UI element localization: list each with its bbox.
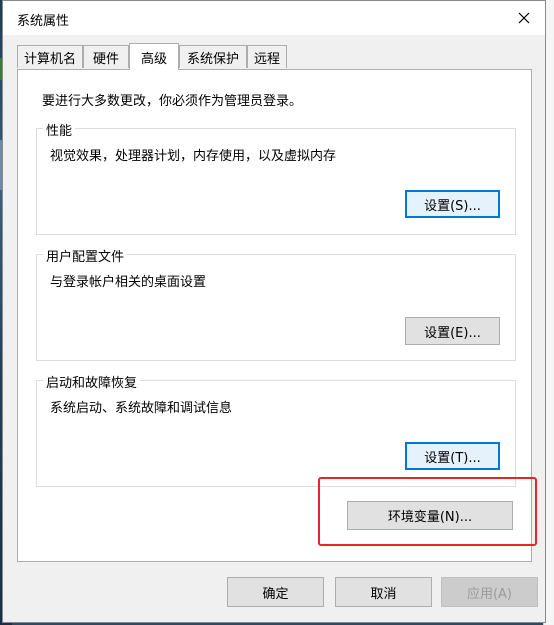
user-profile-description: 与登录帐户相关的桌面设置 — [50, 275, 207, 290]
performance-group: 性能 视觉效果，处理器计划，内存使用，以及虚拟内存 设置(S)... — [36, 120, 516, 235]
window-title: 系统属性 — [17, 14, 70, 29]
performance-settings-button[interactable]: 设置(S)... — [405, 190, 500, 218]
startup-recovery-description: 系统启动、系统故障和调试信息 — [50, 401, 233, 416]
title-bar: 系统属性 — [3, 1, 545, 35]
apply-button[interactable]: 应用(A) — [441, 577, 538, 607]
tab-hardware[interactable]: 硬件 — [83, 45, 129, 68]
environment-variables-button[interactable]: 环境变量(N)... — [347, 501, 513, 530]
tab-remote[interactable]: 远程 — [247, 45, 287, 68]
ok-button[interactable]: 确定 — [227, 577, 324, 607]
close-icon — [518, 12, 530, 24]
user-profile-settings-button[interactable]: 设置(E)... — [405, 317, 500, 345]
tab-computer-name[interactable]: 计算机名 — [17, 45, 83, 68]
advanced-panel: 要进行大多数更改，你必须作为管理员登录。 性能 视觉效果，处理器计划，内存使用，… — [17, 69, 532, 562]
user-profile-group-title: 用户配置文件 — [43, 246, 128, 265]
startup-recovery-group-title: 启动和故障恢复 — [43, 372, 141, 391]
admin-notice: 要进行大多数更改，你必须作为管理员登录。 — [42, 94, 303, 109]
tab-advanced[interactable]: 高级 — [129, 43, 179, 70]
close-button[interactable] — [509, 5, 539, 31]
user-profile-group: 用户配置文件 与登录帐户相关的桌面设置 设置(E)... — [36, 246, 516, 361]
tab-system-protection[interactable]: 系统保护 — [179, 45, 247, 68]
cancel-button[interactable]: 取消 — [335, 577, 432, 607]
performance-description: 视觉效果，处理器计划，内存使用，以及虚拟内存 — [50, 149, 337, 164]
system-properties-dialog: 系统属性 计算机名 硬件 高级 系统保护 远程 要进行大多数更改，你必须作为管理… — [2, 0, 546, 623]
performance-group-title: 性能 — [43, 120, 76, 139]
startup-recovery-group: 启动和故障恢复 系统启动、系统故障和调试信息 设置(T)... — [36, 372, 516, 487]
startup-recovery-settings-button[interactable]: 设置(T)... — [405, 442, 500, 470]
